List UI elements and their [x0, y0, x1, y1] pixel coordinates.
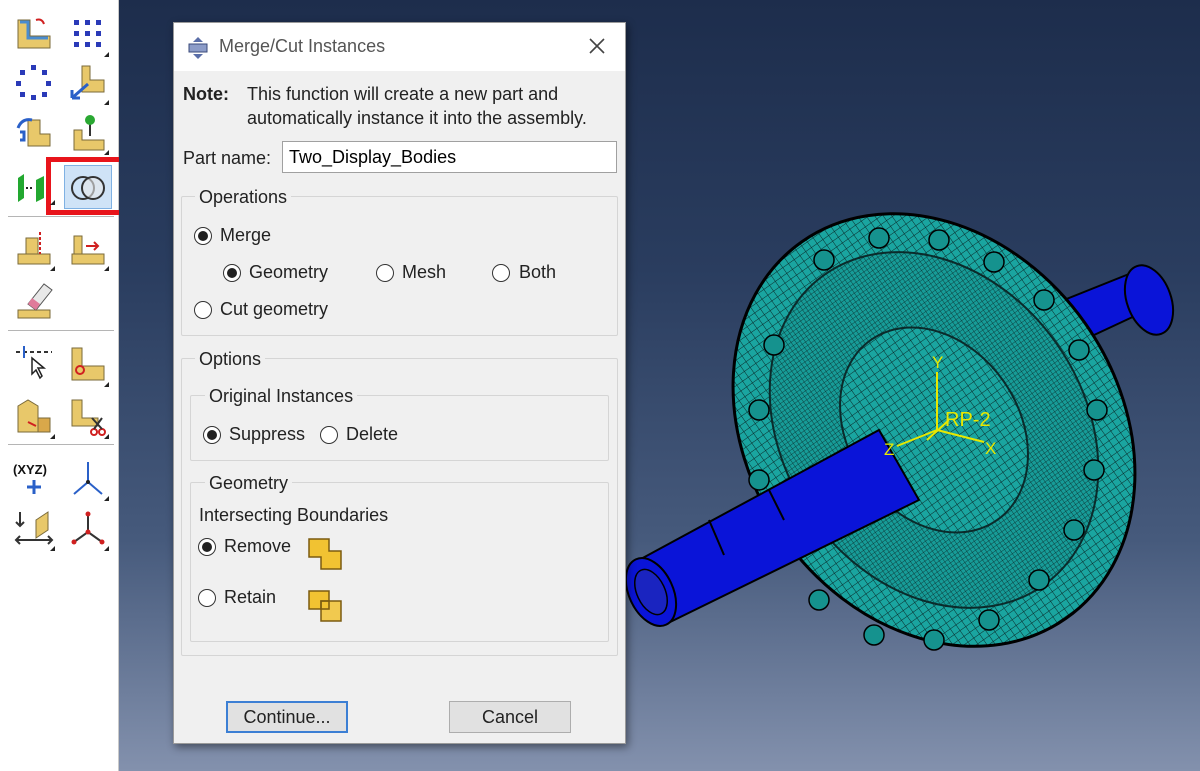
delete-label[interactable]: Delete — [346, 424, 398, 445]
face-to-face-tool[interactable] — [68, 228, 108, 268]
translate-instance-tool[interactable] — [68, 62, 108, 102]
flyout-indicator — [50, 266, 55, 271]
note-label: Note: — [183, 84, 229, 104]
merge-cut-app-icon — [188, 37, 208, 59]
operations-group-label: Operations — [195, 187, 292, 208]
xyz-label: (XYZ) — [13, 462, 47, 477]
instance-part-tool[interactable] — [14, 14, 54, 54]
original-instances-label: Original Instances — [205, 386, 358, 407]
triad-x-label: X — [985, 439, 996, 458]
toolbox-separator — [8, 444, 114, 445]
triad-y-label: Y — [932, 353, 943, 372]
both-radio[interactable] — [492, 264, 510, 282]
close-icon[interactable] — [582, 33, 612, 61]
datum-plane-tool[interactable] — [14, 508, 54, 548]
mesh-radio[interactable] — [376, 264, 394, 282]
continue-button[interactable]: Continue... — [226, 701, 348, 733]
parallel-csys-tool[interactable] — [68, 396, 108, 436]
edge-to-edge-tool[interactable] — [14, 280, 54, 320]
retain-radio[interactable] — [198, 589, 216, 607]
geometry-label[interactable]: Geometry — [249, 262, 328, 283]
flyout-indicator — [104, 150, 109, 155]
radial-pattern-tool[interactable] — [14, 62, 54, 102]
flyout-indicator — [104, 100, 109, 105]
coaxial-tool[interactable] — [14, 344, 54, 384]
both-label[interactable]: Both — [519, 262, 556, 283]
rotate-instance-tool[interactable] — [14, 112, 54, 152]
remove-label[interactable]: Remove — [224, 536, 291, 557]
contact-tool[interactable] — [68, 344, 108, 384]
flyout-indicator — [104, 546, 109, 551]
cancel-button[interactable]: Cancel — [449, 701, 571, 733]
intersecting-boundaries-label: Intersecting Boundaries — [199, 505, 389, 525]
datum-point-tool[interactable]: (XYZ) — [12, 458, 52, 498]
flyout-indicator — [50, 546, 55, 551]
toolbox-separator — [8, 330, 114, 331]
triad-z-label: Z — [884, 440, 894, 459]
remove-boundaries-icon — [308, 538, 342, 570]
retain-label[interactable]: Retain — [224, 587, 276, 608]
linear-pattern-tool[interactable] — [68, 14, 108, 54]
flyout-indicator — [104, 52, 109, 57]
geometry-group-label: Geometry — [205, 473, 293, 494]
merge-radio[interactable] — [194, 227, 212, 245]
dialog-title: Merge/Cut Instances — [219, 36, 386, 56]
toolbox: (XYZ) — [0, 0, 141, 771]
datum-csys-tool[interactable] — [68, 508, 108, 548]
flyout-indicator — [104, 266, 109, 271]
note-text-line2: automatically instance it into the assem… — [247, 108, 587, 128]
cut-geometry-label[interactable]: Cut geometry — [220, 299, 328, 320]
flyout-indicator — [104, 434, 109, 439]
dialog-titlebar[interactable]: Merge/Cut Instances — [174, 23, 625, 71]
merge-cut-instances-dialog: Merge/Cut Instances Note: This function … — [173, 22, 626, 744]
toolbox-separator — [8, 216, 114, 217]
options-group-label: Options — [195, 349, 266, 370]
remove-radio[interactable] — [198, 538, 216, 556]
suppress-radio[interactable] — [203, 426, 221, 444]
retain-boundaries-icon — [308, 590, 342, 622]
part-name-input[interactable] — [282, 141, 617, 173]
meshed-disk — [731, 212, 1137, 651]
translate-to-tool[interactable] — [68, 112, 108, 152]
geometry-radio[interactable] — [223, 264, 241, 282]
flyout-indicator — [104, 496, 109, 501]
coincident-point-tool[interactable] — [14, 396, 54, 436]
flyout-indicator — [104, 382, 109, 387]
merge-label[interactable]: Merge — [220, 225, 271, 246]
note-text-line1: This function will create a new part and — [247, 84, 559, 104]
parallel-face-tool[interactable] — [14, 228, 54, 268]
flyout-indicator — [50, 200, 55, 205]
suppress-label[interactable]: Suppress — [229, 424, 305, 445]
mesh-label[interactable]: Mesh — [402, 262, 446, 283]
flyout-indicator — [50, 434, 55, 439]
part-name-label: Part name: — [183, 148, 272, 168]
reference-point-label: RP-2 — [945, 409, 991, 431]
cut-geometry-radio[interactable] — [194, 301, 212, 319]
delete-radio[interactable] — [320, 426, 338, 444]
datum-axis-tool[interactable] — [68, 458, 108, 498]
